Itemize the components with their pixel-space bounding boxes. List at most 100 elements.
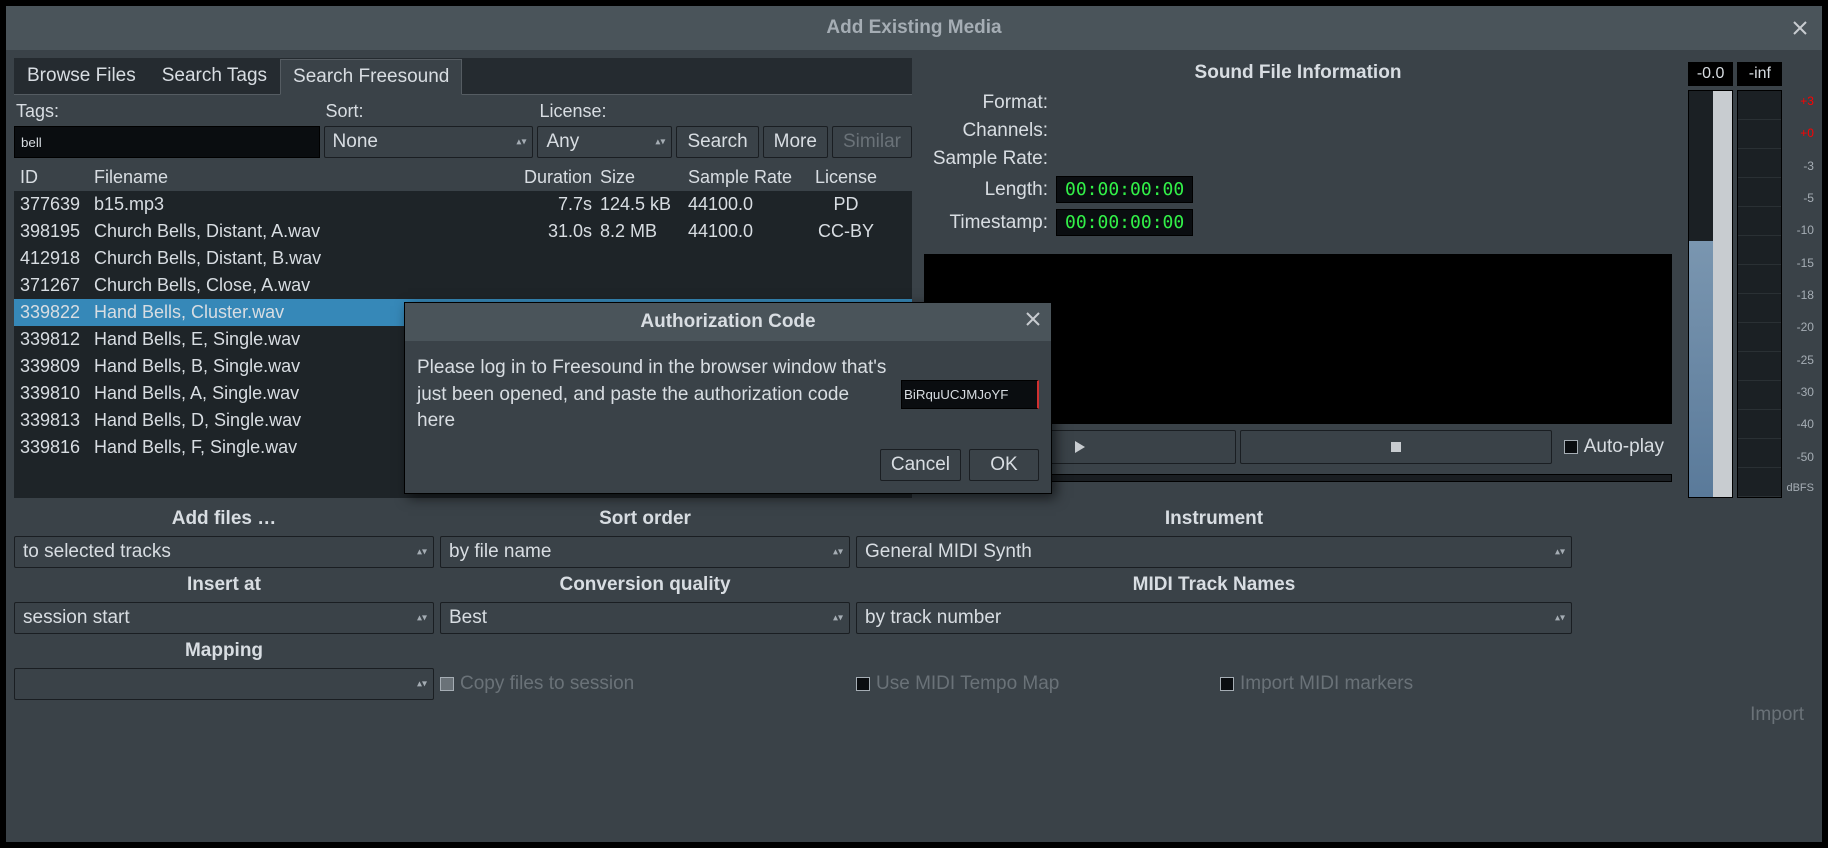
sort-combo-value: None	[333, 131, 378, 153]
cell-filename: b15.mp3	[94, 194, 504, 215]
window-close-button[interactable]	[1786, 14, 1814, 42]
cell-sample-rate: 44100.0	[688, 194, 796, 215]
level-meters: -0.0 -inf +3+0-3-5-10-15-18-20-25-30-40-…	[1684, 58, 1814, 498]
copy-files-checkbox[interactable]	[440, 677, 454, 691]
tab-search-freesound[interactable]: Search Freesound	[280, 59, 462, 95]
col-id[interactable]: ID	[20, 167, 94, 188]
mapping-header: Mapping	[14, 640, 434, 662]
autoplay-checkbox[interactable]	[1564, 440, 1578, 454]
col-size[interactable]: Size	[600, 167, 688, 188]
midi-tempo-checkbox[interactable]	[856, 677, 870, 691]
tags-label: Tags:	[14, 101, 320, 122]
spin-icon: ▴▾	[1555, 549, 1565, 556]
tab-search-tags[interactable]: Search Tags	[149, 58, 280, 94]
source-tabs: Browse Files Search Tags Search Freesoun…	[14, 58, 912, 95]
add-files-header: Add files …	[14, 508, 434, 530]
import-button[interactable]: Import	[1750, 704, 1804, 726]
stop-button[interactable]	[1240, 430, 1552, 464]
cell-id: 377639	[20, 194, 94, 215]
info-length-value: 00:00:00:00	[1056, 176, 1193, 203]
window-title: Add Existing Media	[826, 17, 1001, 39]
spin-icon: ▴▾	[833, 615, 843, 622]
cell-duration: 31.0s	[504, 221, 600, 242]
autoplay-label: Auto-play	[1584, 436, 1664, 458]
scale-tick: -5	[1786, 191, 1814, 205]
spin-icon: ▴▾	[1555, 615, 1565, 622]
sort-label: Sort:	[324, 101, 534, 122]
cell-duration: 7.7s	[504, 194, 600, 215]
scale-tick: dBFS	[1786, 482, 1814, 494]
scale-tick: -25	[1786, 353, 1814, 367]
insert-at-header: Insert at	[14, 574, 434, 596]
scale-tick: +3	[1786, 94, 1814, 108]
conversion-combo[interactable]: Best▴▾	[440, 602, 850, 634]
modal-title: Authorization Code	[640, 311, 815, 332]
scale-tick: -50	[1786, 450, 1814, 464]
midi-names-header: MIDI Track Names	[856, 574, 1572, 596]
table-row[interactable]: 412918Church Bells, Distant, B.wav	[14, 245, 912, 272]
meter-right-readout: -inf	[1737, 62, 1782, 86]
close-icon	[1025, 311, 1041, 327]
table-row[interactable]: 371267Church Bells, Close, A.wav	[14, 272, 912, 299]
tab-browse-files[interactable]: Browse Files	[14, 58, 149, 94]
scale-tick: -15	[1786, 256, 1814, 270]
scale-tick: -10	[1786, 223, 1814, 237]
instrument-combo[interactable]: General MIDI Synth▴▾	[856, 536, 1572, 568]
cell-id: 339812	[20, 329, 94, 350]
info-title: Sound File Information	[924, 58, 1672, 92]
search-button[interactable]: Search	[676, 126, 758, 158]
col-sample-rate[interactable]: Sample Rate	[688, 167, 796, 188]
spin-icon: ▴▾	[417, 549, 427, 556]
mapping-combo[interactable]: ▴▾	[14, 668, 434, 700]
conversion-header: Conversion quality	[440, 574, 850, 596]
info-timestamp-label: Timestamp:	[932, 212, 1048, 234]
cell-size: 124.5 kB	[600, 194, 688, 215]
cell-id: 412918	[20, 248, 94, 269]
cell-filename: Church Bells, Distant, B.wav	[94, 248, 504, 269]
spin-icon: ▴▾	[655, 139, 665, 146]
add-media-window: Add Existing Media Browse Files Search T…	[5, 5, 1823, 843]
col-filename[interactable]: Filename	[94, 167, 504, 188]
spin-icon: ▴▾	[833, 549, 843, 556]
more-button[interactable]: More	[763, 126, 828, 158]
midi-names-combo[interactable]: by track number▴▾	[856, 602, 1572, 634]
auth-code-input[interactable]	[901, 380, 1039, 409]
sort-order-header: Sort order	[440, 508, 850, 530]
cell-filename: Church Bells, Distant, A.wav	[94, 221, 504, 242]
table-header: ID Filename Duration Size Sample Rate Li…	[14, 164, 912, 191]
similar-button[interactable]: Similar	[832, 126, 912, 158]
scale-tick: -30	[1786, 385, 1814, 399]
modal-cancel-button[interactable]: Cancel	[880, 449, 961, 481]
sort-combo[interactable]: None ▴▾	[324, 126, 534, 158]
license-combo[interactable]: Any ▴▾	[537, 126, 672, 158]
play-icon	[1072, 439, 1088, 455]
midi-markers-label: Import MIDI markers	[1240, 673, 1413, 695]
cell-id: 371267	[20, 275, 94, 296]
sort-order-combo[interactable]: by file name▴▾	[440, 536, 850, 568]
cell-filename: Church Bells, Close, A.wav	[94, 275, 504, 296]
table-row[interactable]: 377639b15.mp37.7s124.5 kB44100.0PD	[14, 191, 912, 218]
cell-license: CC-BY	[796, 221, 896, 242]
add-files-combo[interactable]: to selected tracks▴▾	[14, 536, 434, 568]
meter-scale: +3+0-3-5-10-15-18-20-25-30-40-50dBFS	[1786, 62, 1814, 498]
scale-tick: -3	[1786, 159, 1814, 173]
spin-icon: ▴▾	[417, 681, 427, 688]
table-row[interactable]: 398195Church Bells, Distant, A.wav31.0s8…	[14, 218, 912, 245]
insert-at-combo[interactable]: session start▴▾	[14, 602, 434, 634]
cell-id: 339809	[20, 356, 94, 377]
spin-icon: ▴▾	[417, 615, 427, 622]
scale-tick: -40	[1786, 417, 1814, 431]
cell-id: 339822	[20, 302, 94, 323]
modal-close-button[interactable]	[1025, 311, 1041, 327]
col-duration[interactable]: Duration	[504, 167, 600, 188]
tags-input[interactable]	[14, 126, 320, 158]
meter-left-bar	[1688, 90, 1733, 498]
col-license[interactable]: License	[796, 167, 896, 188]
midi-markers-checkbox[interactable]	[1220, 677, 1234, 691]
info-channels-label: Channels:	[932, 120, 1048, 142]
license-label: License:	[537, 101, 672, 122]
scale-tick: +0	[1786, 126, 1814, 140]
midi-tempo-label: Use MIDI Tempo Map	[876, 673, 1059, 695]
copy-files-label: Copy files to session	[460, 673, 634, 695]
modal-ok-button[interactable]: OK	[969, 449, 1039, 481]
